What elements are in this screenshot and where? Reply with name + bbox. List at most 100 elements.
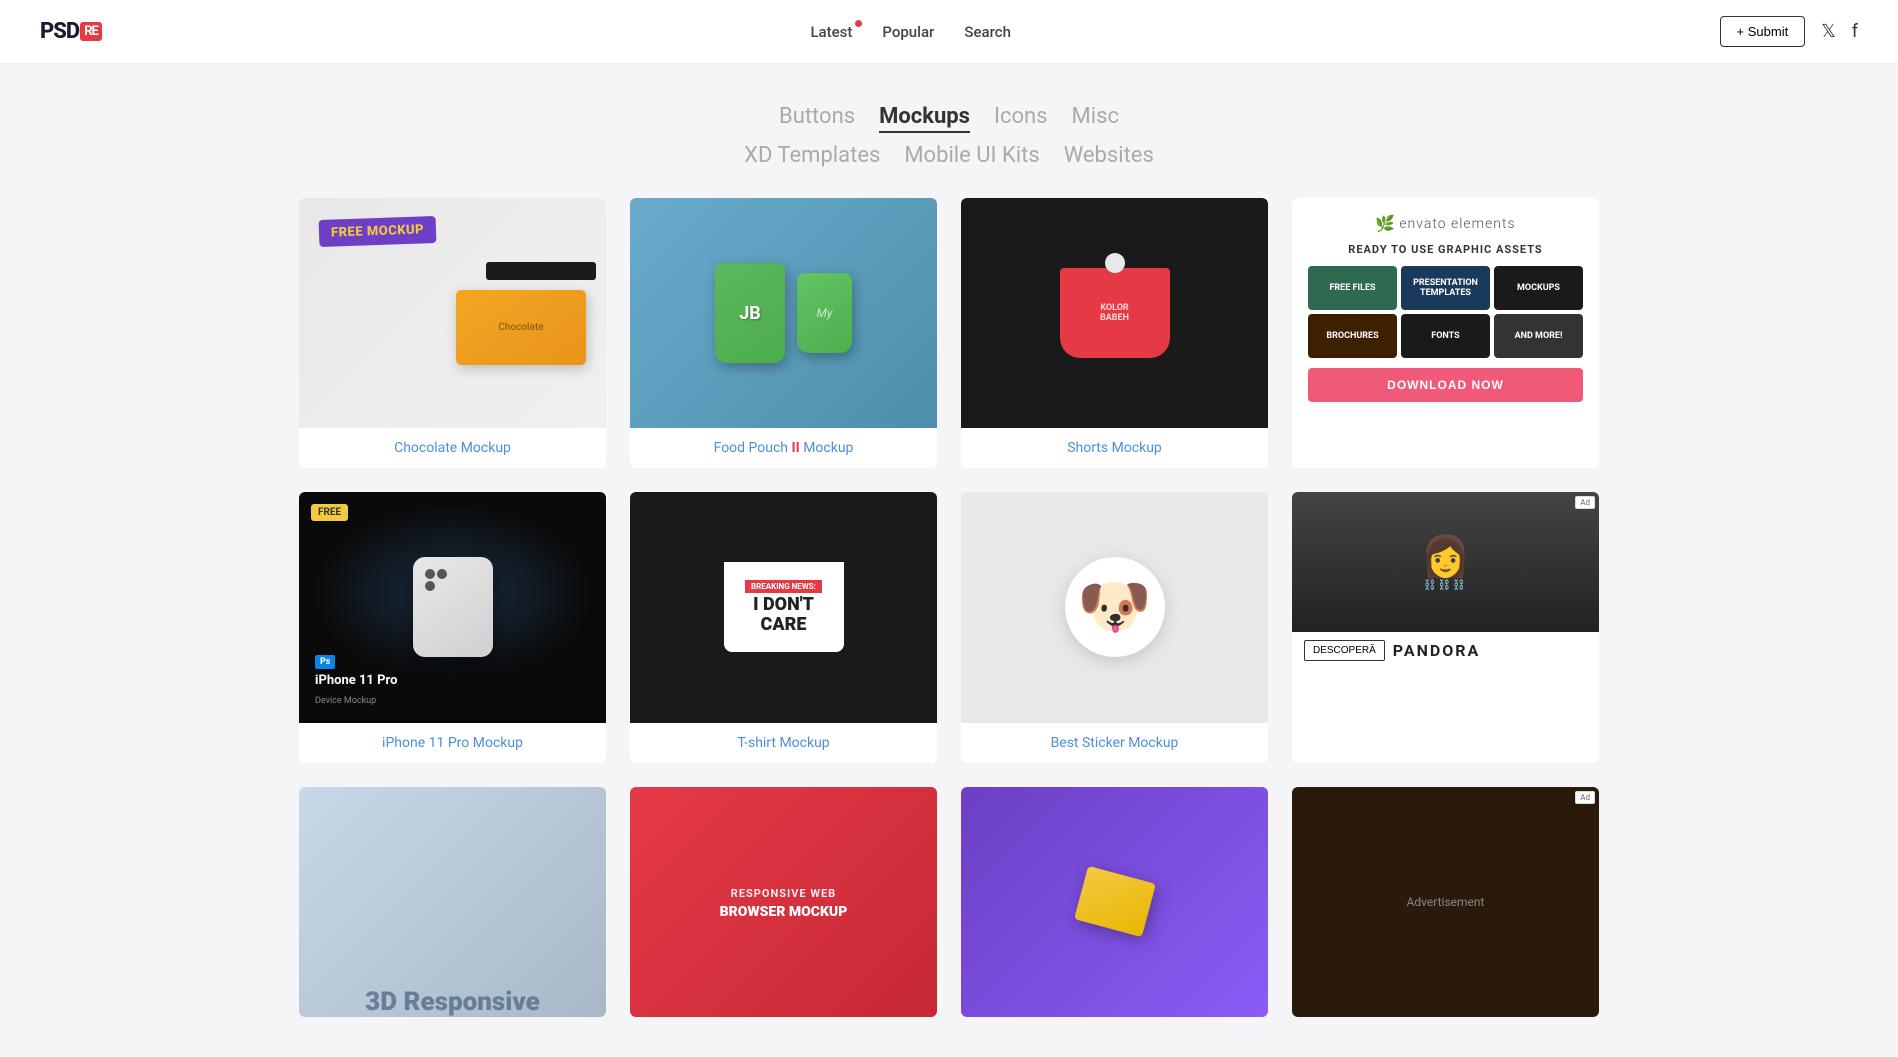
shorts-shape: KOLORBABEH: [1060, 268, 1170, 358]
pouch-large-text: JB: [739, 303, 761, 324]
card-chocolate[interactable]: FREE MOCKUP Chocolate Chocolate Mockup: [299, 198, 606, 468]
category-row-2: XD Templates Mobile UI Kits Websites: [20, 143, 1878, 168]
shorts-logo-text: KOLORBABEH: [1100, 303, 1129, 323]
card-3d-responsive[interactable]: 3D Responsive: [299, 787, 606, 1017]
iphone-camera: [425, 569, 453, 591]
pandora-model-content: 👩 ⛓️⛓️⛓️: [1421, 533, 1471, 591]
pandora-chain-icon: ⛓️⛓️⛓️: [1424, 580, 1467, 591]
main-content: FREE MOCKUP Chocolate Chocolate Mockup J…: [279, 198, 1619, 1057]
envato-leaf-icon: 🌿: [1375, 214, 1395, 233]
card-iphone-label: iPhone 11 Pro Mockup: [299, 723, 606, 763]
twitter-link[interactable]: 𝕏: [1821, 21, 1836, 42]
submit-button[interactable]: + Submit: [1720, 16, 1806, 47]
logo-psd-text: PSD: [40, 19, 79, 44]
header-right: + Submit 𝕏 f: [1720, 16, 1858, 47]
food-pouch-link-part1: Food Pouch: [714, 440, 788, 456]
cat-websites[interactable]: Websites: [1064, 143, 1154, 168]
card-tshirt-label: T-shirt Mockup: [630, 723, 937, 763]
card-shorts-image: KOLORBABEH: [961, 198, 1268, 428]
card-chocolate-link[interactable]: Chocolate Mockup: [394, 440, 511, 456]
responsive-text: 3D Responsive: [365, 987, 540, 1017]
cat-mockups[interactable]: Mockups: [879, 104, 970, 133]
yellow-object: [1074, 866, 1156, 937]
card-sticker[interactable]: 🐶 Best Sticker Mockup: [961, 492, 1268, 762]
card-iphone-link[interactable]: iPhone 11 Pro Mockup: [382, 735, 523, 751]
cam-dot-1: [425, 569, 435, 579]
card-tshirt-image: BREAKING NEWS: I DON'TCARE: [630, 492, 937, 722]
envato-tile-free-files: FREE FILES: [1308, 266, 1397, 310]
pandora-model-image: 👩 ⛓️⛓️⛓️: [1292, 492, 1599, 632]
browser-content: RESPONSIVE WEB BROWSER MOCKUP: [720, 882, 848, 921]
card-browser-mockup[interactable]: RESPONSIVE WEB BROWSER MOCKUP: [630, 787, 937, 1017]
cat-mobile-ui[interactable]: Mobile UI Kits: [904, 143, 1039, 168]
envato-tiles: FREE FILES PRESENTATION TEMPLATES MOCKUP…: [1308, 266, 1583, 358]
iphone-label: Ps iPhone 11 Pro Device Mockup: [315, 649, 397, 707]
envato-tile-mockups: MOCKUPS: [1494, 266, 1583, 310]
envato-download-button[interactable]: DOWNLOAD NOW: [1308, 368, 1583, 402]
chocolate-bar-dark: [486, 262, 596, 280]
iphone-link-part2: Mockup: [473, 735, 523, 751]
card-tshirt[interactable]: BREAKING NEWS: I DON'TCARE T-shirt Mocku…: [630, 492, 937, 762]
category-nav: Buttons Mockups Icons Misc XD Templates …: [0, 64, 1898, 198]
cat-misc[interactable]: Misc: [1072, 104, 1119, 133]
ps-badge: Ps: [315, 655, 335, 669]
dog-emoji: 🐶: [1077, 577, 1152, 637]
pandora-person-icon: 👩: [1421, 533, 1471, 580]
browser-label-2: BROWSER MOCKUP: [720, 904, 848, 920]
card-food-pouch-link[interactable]: Food Pouch II Mockup: [714, 440, 854, 456]
card-purple[interactable]: [961, 787, 1268, 1017]
envato-tile-more: AND MORE!: [1494, 314, 1583, 358]
cat-icons[interactable]: Icons: [994, 104, 1048, 133]
pouch-small: My: [797, 273, 852, 353]
dont-care-text: I DON'TCARE: [745, 595, 822, 635]
ad-placeholder-text: Advertisement: [1407, 895, 1485, 909]
card-iphone-image: FREE Ps iPhone 11 Pro Devic: [299, 492, 606, 722]
card-shorts-link[interactable]: Shorts Mockup: [1067, 440, 1162, 456]
grid-row-2: FREE Ps iPhone 11 Pro Devic: [299, 492, 1599, 762]
card-food-pouch-image: JB My: [630, 198, 937, 428]
card-chocolate-image: FREE MOCKUP Chocolate: [299, 198, 606, 428]
ad-pandora: Ad 👩 ⛓️⛓️⛓️ DESCOPERĂ PANDORA: [1292, 492, 1599, 762]
card-chocolate-label: Chocolate Mockup: [299, 428, 606, 468]
chocolate-wrapper: Chocolate: [456, 290, 586, 365]
category-row-1: Buttons Mockups Icons Misc: [20, 104, 1878, 133]
descoper-button[interactable]: DESCOPERĂ: [1304, 640, 1385, 661]
ad-bottom-right: Ad Advertisement: [1292, 787, 1599, 1017]
envato-tile-brochures: BROCHURES: [1308, 314, 1397, 358]
card-food-pouch-label: Food Pouch II Mockup: [630, 428, 937, 468]
nav-latest[interactable]: Latest: [810, 23, 852, 41]
card-shorts[interactable]: KOLORBABEH Shorts Mockup: [961, 198, 1268, 468]
iphone-bottom-label: Ps iPhone 11 Pro Device Mockup: [315, 649, 397, 707]
card-food-pouch[interactable]: JB My Food Pouch II Mockup: [630, 198, 937, 468]
pouch-large: JB: [715, 263, 785, 363]
card-sticker-label: Best Sticker Mockup: [961, 723, 1268, 763]
nav-search[interactable]: Search: [964, 23, 1011, 41]
cat-buttons[interactable]: Buttons: [779, 104, 855, 133]
grid-row-3: 3D Responsive RESPONSIVE WEB BROWSER MOC…: [299, 787, 1599, 1017]
logo[interactable]: PSDRE: [40, 19, 102, 44]
card-sticker-image: 🐶: [961, 492, 1268, 722]
card-3d-responsive-image: 3D Responsive: [299, 787, 606, 1017]
breaking-news-label: BREAKING NEWS:: [745, 580, 822, 593]
facebook-link[interactable]: f: [1852, 21, 1858, 42]
free-mockup-badge: FREE MOCKUP: [319, 216, 437, 247]
header: PSDRE Latest Popular Search + Submit 𝕏 f: [0, 0, 1898, 64]
browser-label-1: RESPONSIVE WEB: [731, 887, 836, 900]
envato-tagline: READY TO USE GRAPHIC ASSETS: [1308, 243, 1583, 256]
ad-badge-bottom: Ad: [1575, 791, 1595, 804]
tshirt-shape: BREAKING NEWS: I DON'TCARE: [724, 562, 844, 652]
card-iphone[interactable]: FREE Ps iPhone 11 Pro Devic: [299, 492, 606, 762]
cat-xd-templates[interactable]: XD Templates: [744, 143, 880, 168]
cam-dot-3: [425, 581, 435, 591]
nav-popular[interactable]: Popular: [882, 23, 934, 41]
card-browser-mockup-image: RESPONSIVE WEB BROWSER MOCKUP: [630, 787, 937, 1017]
iphone-subtitle: Device Mockup: [315, 696, 376, 706]
ad-envato: 🌿 envato elements READY TO USE GRAPHIC A…: [1292, 198, 1599, 468]
card-shorts-label: Shorts Mockup: [961, 428, 1268, 468]
card-sticker-link[interactable]: Best Sticker Mockup: [1051, 735, 1179, 751]
iphone-free-badge: FREE: [311, 504, 348, 521]
envato-tile-presentation: PRESENTATION TEMPLATES: [1401, 266, 1490, 310]
logo-re-box: RE: [80, 22, 102, 41]
card-tshirt-link[interactable]: T-shirt Mockup: [737, 735, 829, 751]
envato-tile-fonts: FONTS: [1401, 314, 1490, 358]
